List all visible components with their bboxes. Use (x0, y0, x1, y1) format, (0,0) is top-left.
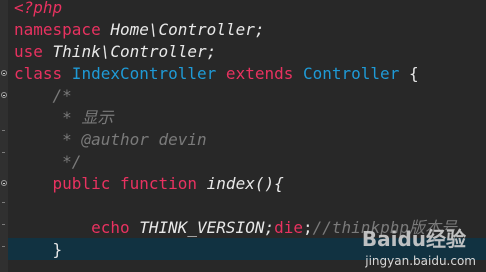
editor-gutter (0, 0, 8, 272)
code-token: <?php (14, 0, 63, 17)
gutter-marker (2, 224, 5, 225)
code-line[interactable]: /* (14, 85, 72, 107)
code-line[interactable]: } (14, 239, 63, 261)
fold-toggle-function[interactable] (1, 180, 7, 186)
gutter-marker (2, 246, 5, 247)
watermark-url: jingyan.baidu.com (365, 254, 476, 268)
code-token: Think\Controller; (42, 42, 217, 61)
code-token: class (14, 64, 63, 83)
code-token: public (14, 174, 111, 193)
code-token: die (274, 218, 303, 237)
code-line[interactable]: * 显示 (14, 107, 113, 129)
code-token: IndexController (62, 64, 217, 83)
code-line[interactable]: <?php (14, 0, 62, 19)
code-line[interactable]: */ (14, 151, 81, 173)
code-token: namespace (14, 20, 101, 39)
code-token: index(){ (197, 174, 284, 193)
code-token: * 显示 (14, 108, 114, 127)
gutter-marker (2, 152, 5, 153)
code-line[interactable]: namespace Home\Controller; (14, 19, 264, 41)
gutter-marker (2, 202, 5, 203)
code-token: /* (14, 86, 72, 105)
code-token: * @author devin (14, 130, 207, 149)
code-token: */ (14, 152, 82, 171)
gutter-marker (2, 130, 5, 131)
code-editor[interactable]: <?php namespace Home\Controller; use Think… (0, 0, 486, 272)
code-line[interactable]: use Think\Controller; (14, 41, 216, 63)
code-line[interactable]: class IndexController extends Controller… (14, 63, 419, 85)
code-token: Controller (293, 64, 400, 83)
watermark-logo: Baidu经验 (361, 227, 466, 251)
code-token: use (14, 42, 43, 61)
code-token: extends (216, 64, 294, 83)
code-token: Home\Controller; (100, 20, 265, 39)
code-token: function (110, 174, 198, 193)
code-line[interactable]: * @author devin (14, 129, 207, 151)
code-token: ; (303, 218, 313, 237)
code-line[interactable]: public function index(){ (14, 173, 284, 195)
fold-toggle-class[interactable] (1, 70, 7, 76)
fold-toggle-comment[interactable] (1, 92, 7, 98)
code-token: echo (14, 218, 130, 237)
code-token: THINK_VERSION; (129, 218, 275, 237)
code-token: { (399, 64, 419, 83)
code-token: } (14, 240, 63, 259)
